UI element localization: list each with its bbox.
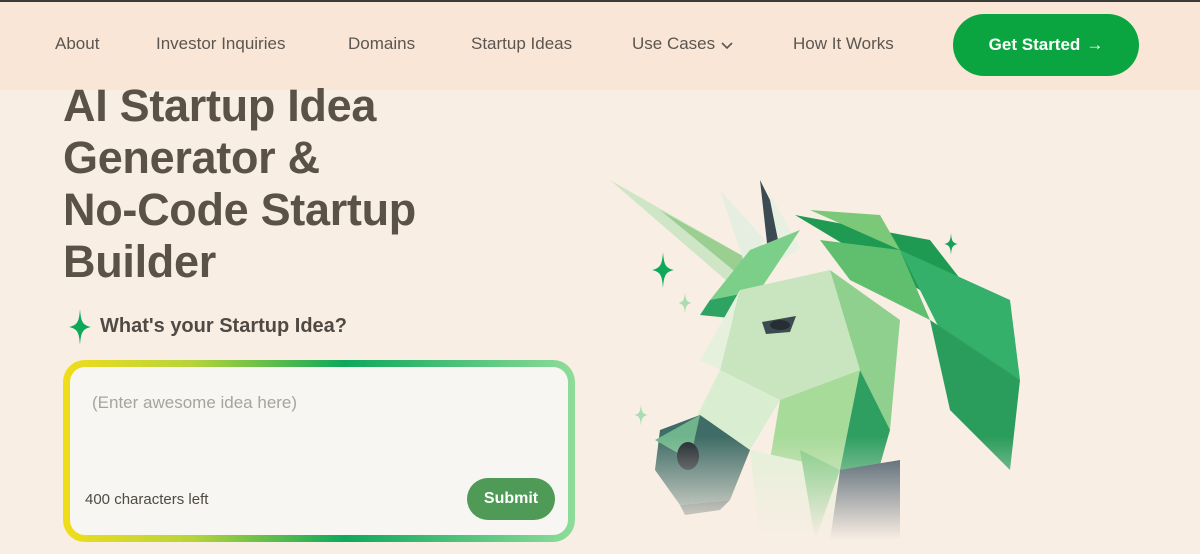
get-started-label: Get Started — [988, 35, 1081, 54]
characters-left-counter: 400 characters left — [85, 491, 209, 508]
nav-startup-ideas[interactable]: Startup Ideas — [471, 34, 572, 54]
sparkle-icon — [652, 252, 674, 293]
title-line: No-Code Startup — [63, 184, 416, 235]
nav-how-it-works[interactable]: How It Works — [793, 34, 894, 54]
sparkle-icon — [69, 309, 91, 350]
sparkle-icon — [678, 292, 692, 319]
idea-question: What's your Startup Idea? — [100, 315, 348, 337]
top-navigation: About Investor Inquiries Domains Startup… — [0, 2, 1200, 90]
idea-form: 400 characters left Submit — [63, 360, 575, 542]
nav-use-cases[interactable]: Use Cases — [632, 34, 733, 55]
sparkle-icon — [634, 404, 648, 431]
chevron-down-icon — [721, 35, 733, 55]
nav-investor-inquiries[interactable]: Investor Inquiries — [156, 34, 285, 54]
idea-form-inner: 400 characters left Submit — [70, 367, 568, 535]
nav-use-cases-label: Use Cases — [632, 34, 716, 53]
submit-button[interactable]: Submit — [467, 478, 555, 520]
get-started-button[interactable]: Get Started → — [953, 14, 1139, 76]
page-title: AI Startup Idea Generator & No-Code Star… — [63, 80, 483, 288]
arrow-right-icon: → — [1086, 35, 1104, 54]
title-line: AI Startup Idea — [63, 80, 377, 131]
title-line: Builder — [63, 236, 216, 287]
title-line: Generator & — [63, 132, 320, 183]
unicorn-illustration — [600, 170, 1040, 540]
idea-input[interactable] — [92, 393, 542, 473]
sparkle-icon — [944, 233, 958, 260]
nav-domains[interactable]: Domains — [348, 34, 415, 54]
nav-about[interactable]: About — [55, 34, 99, 54]
